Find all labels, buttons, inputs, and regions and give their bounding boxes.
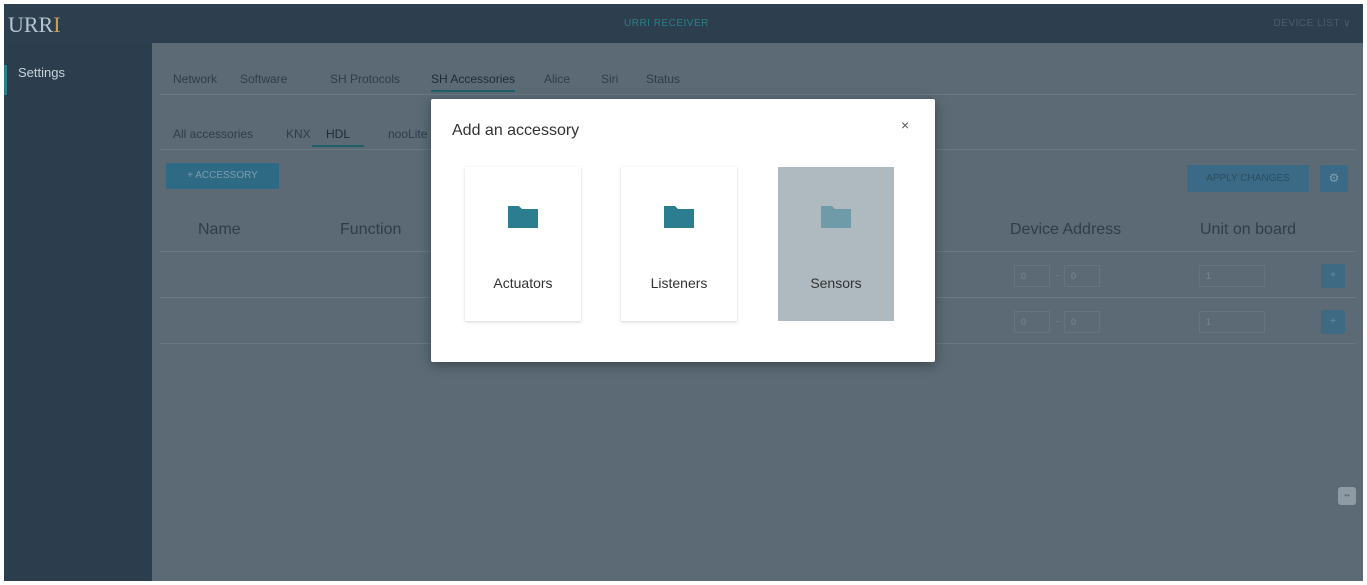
device-list-dropdown[interactable]: DEVICE LIST ∨	[1273, 18, 1351, 29]
subtab-noolite[interactable]: nooLite	[388, 127, 427, 141]
column-header-name: Name	[198, 221, 241, 238]
device-address-a-input[interactable]: 0	[1014, 265, 1050, 287]
option-label: Actuators	[493, 275, 553, 291]
app-window: URRI URRI RECEIVER DEVICE LIST ∨ Setting…	[4, 4, 1363, 581]
address-separator: -	[1056, 270, 1059, 280]
logo: URRI	[8, 12, 61, 38]
option-label: Listeners	[650, 275, 708, 291]
tab-siri[interactable]: Siri	[601, 72, 618, 86]
settings-button[interactable]: ⚙	[1320, 165, 1348, 192]
dialog-title: Add an accessory	[452, 122, 580, 139]
option-label: Sensors	[810, 275, 862, 291]
device-address-a-input[interactable]: 0	[1014, 311, 1050, 333]
close-icon[interactable]: ×	[901, 117, 909, 133]
sidebar: Settings	[4, 43, 152, 581]
gear-icon: ⚙	[1328, 171, 1340, 185]
column-header-function: Function	[340, 221, 402, 238]
logo-text: URR	[8, 12, 54, 37]
unit-on-board-input[interactable]: 1	[1199, 311, 1265, 333]
address-separator: -	[1056, 316, 1059, 326]
unit-on-board-input[interactable]: 1	[1199, 265, 1265, 287]
column-header-unit-on-board: Unit on board	[1200, 221, 1297, 238]
subtab-all-accessories[interactable]: All accessories	[173, 127, 253, 141]
add-row-button[interactable]: +	[1321, 264, 1345, 288]
logo-accent: I	[53, 12, 61, 37]
app-title: URRI RECEIVER	[624, 18, 709, 29]
tab-status[interactable]: Status	[646, 72, 680, 86]
tab-sh-accessories[interactable]: SH Accessories	[431, 72, 516, 92]
device-address-b-input[interactable]: 0	[1064, 311, 1100, 333]
add-accessory-button[interactable]: + ACCESSORY	[166, 163, 279, 189]
subtab-hdl[interactable]: HDL	[312, 127, 365, 147]
add-row-button[interactable]: +	[1321, 310, 1345, 334]
option-sensors[interactable]: Sensors	[778, 167, 894, 321]
device-address-b-input[interactable]: 0	[1064, 265, 1100, 287]
option-listeners[interactable]: Listeners	[621, 167, 737, 321]
tab-alice[interactable]: Alice	[544, 72, 570, 86]
column-header-device-address: Device Address	[1010, 221, 1122, 238]
tabs-divider	[160, 94, 1356, 95]
folder-icon	[508, 206, 538, 228]
sidebar-item-settings[interactable]: Settings	[4, 65, 152, 95]
option-actuators[interactable]: Actuators	[465, 167, 581, 321]
add-accessory-dialog: Add an accessory × Actuators Listeners S…	[431, 99, 935, 362]
tab-network[interactable]: Network	[173, 72, 217, 86]
chat-icon[interactable]: ••	[1338, 487, 1356, 505]
folder-icon	[664, 206, 694, 228]
apply-changes-button[interactable]: APPLY CHANGES	[1187, 165, 1309, 192]
folder-icon	[821, 206, 851, 228]
subtab-knx[interactable]: KNX	[286, 127, 311, 141]
tab-sh-protocols[interactable]: SH Protocols	[330, 72, 400, 86]
top-bar: URRI URRI RECEIVER DEVICE LIST ∨	[4, 4, 1363, 43]
tab-software[interactable]: Software	[240, 72, 287, 86]
